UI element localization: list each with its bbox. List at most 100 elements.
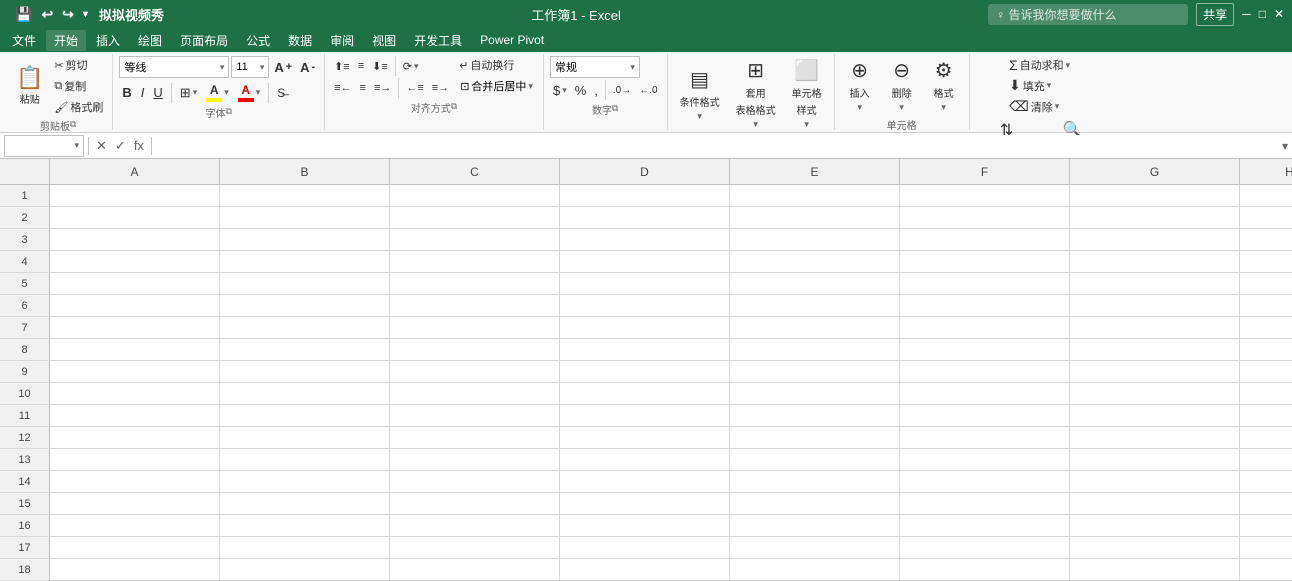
cell-e15[interactable] (730, 493, 900, 514)
indent-dec-button[interactable]: ←≡ (403, 81, 426, 95)
cell-h7[interactable] (1240, 317, 1292, 338)
cell-g14[interactable] (1070, 471, 1240, 492)
menu-power-pivot[interactable]: Power Pivot (472, 31, 552, 49)
col-header-c[interactable]: C (390, 159, 560, 184)
cell-c15[interactable] (390, 493, 560, 514)
cell-c2[interactable] (390, 207, 560, 228)
cell-h17[interactable] (1240, 537, 1292, 558)
cell-a17[interactable] (50, 537, 220, 558)
cell-d11[interactable] (560, 405, 730, 426)
cell-f8[interactable] (900, 339, 1070, 360)
cell-e12[interactable] (730, 427, 900, 448)
col-header-h[interactable]: H (1240, 159, 1292, 184)
delete-button[interactable]: ⊖ 删除 ▾ (883, 56, 921, 115)
cell-b11[interactable] (220, 405, 390, 426)
cell-h8[interactable] (1240, 339, 1292, 360)
cell-h11[interactable] (1240, 405, 1292, 426)
indent-inc-button[interactable]: ≡→ (429, 81, 452, 95)
align-right-button[interactable]: ≡→ (371, 81, 394, 95)
cell-b2[interactable] (220, 207, 390, 228)
cell-g12[interactable] (1070, 427, 1240, 448)
cell-a3[interactable] (50, 229, 220, 250)
copy-button[interactable]: ⧉ 复制 (51, 77, 106, 95)
cell-d17[interactable] (560, 537, 730, 558)
cell-a14[interactable] (50, 471, 220, 492)
cell-g3[interactable] (1070, 229, 1240, 250)
cell-e13[interactable] (730, 449, 900, 470)
cell-f3[interactable] (900, 229, 1070, 250)
cell-b13[interactable] (220, 449, 390, 470)
dec-inc-button[interactable]: .0→ (610, 84, 634, 97)
cell-f1[interactable] (900, 185, 1070, 206)
currency-button[interactable]: $▾ (550, 82, 570, 99)
cell-e1[interactable] (730, 185, 900, 206)
cell-h14[interactable] (1240, 471, 1292, 492)
cell-a10[interactable] (50, 383, 220, 404)
cell-b10[interactable] (220, 383, 390, 404)
font-name-dropdown[interactable]: 等线 ▾ (119, 56, 229, 78)
cell-g5[interactable] (1070, 273, 1240, 294)
cell-h3[interactable] (1240, 229, 1292, 250)
cell-h1[interactable] (1240, 185, 1292, 206)
quick-undo-icon[interactable]: ↩ (38, 5, 56, 24)
cell-a12[interactable] (50, 427, 220, 448)
cell-g1[interactable] (1070, 185, 1240, 206)
row-header-9[interactable]: 9 (0, 361, 50, 382)
cell-f17[interactable] (900, 537, 1070, 558)
row-header-1[interactable]: 1 (0, 185, 50, 206)
minimize-button[interactable]: ─ (1242, 7, 1251, 21)
cell-e17[interactable] (730, 537, 900, 558)
cell-d14[interactable] (560, 471, 730, 492)
row-header-12[interactable]: 12 (0, 427, 50, 448)
cell-e16[interactable] (730, 515, 900, 536)
strikethrough-button[interactable]: S̶ (274, 85, 288, 101)
cell-h13[interactable] (1240, 449, 1292, 470)
cell-a5[interactable] (50, 273, 220, 294)
confirm-formula-button[interactable]: ✓ (112, 138, 129, 154)
quick-redo-icon[interactable]: ↪ (59, 5, 77, 24)
align-middle-button[interactable]: ≡ (355, 59, 367, 73)
cell-b8[interactable] (220, 339, 390, 360)
cell-h18[interactable] (1240, 559, 1292, 580)
row-header-7[interactable]: 7 (0, 317, 50, 338)
cell-d10[interactable] (560, 383, 730, 404)
cell-styles-button[interactable]: ⬜ 单元格 样式 ▾ (786, 56, 828, 132)
cell-b15[interactable] (220, 493, 390, 514)
cell-e5[interactable] (730, 273, 900, 294)
cell-g17[interactable] (1070, 537, 1240, 558)
restore-button[interactable]: □ (1259, 7, 1266, 21)
cell-d13[interactable] (560, 449, 730, 470)
cell-e11[interactable] (730, 405, 900, 426)
autosum-button[interactable]: Σ 自动求和 ▾ (1006, 56, 1073, 74)
cell-g8[interactable] (1070, 339, 1240, 360)
cancel-formula-button[interactable]: ✕ (93, 138, 110, 154)
number-format-dropdown[interactable]: 常规 ▾ (550, 56, 640, 78)
font-expand-icon[interactable]: ⧉ (226, 106, 232, 117)
font-color-button[interactable]: A ▾ (235, 82, 264, 103)
cell-d6[interactable] (560, 295, 730, 316)
formula-input[interactable] (156, 135, 1278, 157)
align-center-button[interactable]: ≡ (357, 81, 369, 95)
cell-f13[interactable] (900, 449, 1070, 470)
cell-f2[interactable] (900, 207, 1070, 228)
format-painter-button[interactable]: 🖌 格式刷 (51, 98, 106, 116)
search-bar[interactable]: ♀ 告诉我你想要做什么 (988, 4, 1188, 25)
font-size-dropdown[interactable]: 11 ▾ (231, 56, 269, 78)
align-top-button[interactable]: ⬆≡ (331, 59, 353, 74)
row-header-8[interactable]: 8 (0, 339, 50, 360)
cell-c1[interactable] (390, 185, 560, 206)
fill-button[interactable]: ⬇ 填充 ▾ (1006, 76, 1073, 95)
cell-c17[interactable] (390, 537, 560, 558)
cell-h9[interactable] (1240, 361, 1292, 382)
cell-f4[interactable] (900, 251, 1070, 272)
cell-e10[interactable] (730, 383, 900, 404)
cell-c11[interactable] (390, 405, 560, 426)
row-header-11[interactable]: 11 (0, 405, 50, 426)
formula-expand-icon[interactable]: ▾ (1282, 139, 1288, 153)
cell-d18[interactable] (560, 559, 730, 580)
bold-button[interactable]: B (119, 84, 134, 101)
cell-c18[interactable] (390, 559, 560, 580)
cell-a13[interactable] (50, 449, 220, 470)
row-header-15[interactable]: 15 (0, 493, 50, 514)
fx-button[interactable]: fx (131, 138, 147, 153)
